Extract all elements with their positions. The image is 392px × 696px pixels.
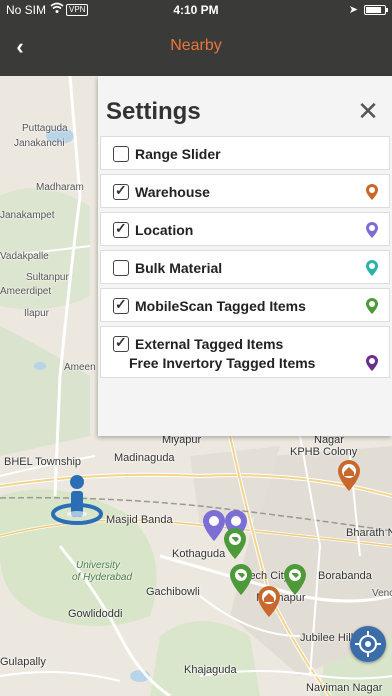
- map-label: Khajaguda: [184, 664, 237, 676]
- warehouse-checkbox[interactable]: [113, 182, 129, 200]
- map-label: Madharam: [36, 182, 84, 193]
- clock: 4:10 PM: [173, 3, 219, 17]
- map-label: Masjid Banda: [106, 514, 173, 526]
- map-label: Vadakpalle: [0, 251, 49, 262]
- mobilescan-checkbox[interactable]: [113, 296, 129, 314]
- warehouse-pin-icon: [366, 184, 378, 200]
- map-label: Ameen: [64, 362, 96, 373]
- map-label: Madinaguda: [114, 452, 175, 464]
- page-title: Nearby: [170, 37, 222, 54]
- option-location[interactable]: Location: [100, 212, 390, 246]
- map-label: University: [76, 560, 120, 571]
- warehouse-pin-icon[interactable]: [256, 584, 282, 620]
- tag-pin-icon[interactable]: [228, 562, 254, 598]
- option-label: Bulk Material: [135, 260, 223, 276]
- option-label: Warehouse: [135, 184, 210, 200]
- user-location-icon: [51, 475, 103, 525]
- map-label: Borabanda: [318, 570, 372, 582]
- map-label: of Hyderabad: [72, 572, 133, 583]
- option-sub-label: Free Invertory Tagged Items: [129, 355, 316, 371]
- map-label: Gachibowli: [146, 586, 200, 598]
- option-label: Location: [135, 222, 194, 238]
- map-label: Ilapur: [24, 308, 50, 319]
- external-tagged-checkbox[interactable]: [113, 334, 129, 352]
- location-arrow-icon: ➤: [348, 4, 358, 16]
- status-bar: No SIM VPN 4:10 PM ➤: [0, 0, 392, 20]
- option-external-tagged[interactable]: External Tagged Items Free Invertory Tag…: [100, 326, 390, 378]
- map-label: Bharath N: [346, 527, 392, 539]
- range-slider-checkbox[interactable]: [113, 146, 129, 162]
- option-bulk-material[interactable]: Bulk Material: [100, 250, 390, 284]
- map-label: Ameerdipet: [0, 286, 52, 297]
- settings-panel: Settings ✕ Range Slider Warehouse Locati…: [98, 76, 392, 436]
- option-mobilescan-tagged[interactable]: MobileScan Tagged Items: [100, 288, 390, 322]
- warehouse-pin-icon[interactable]: [336, 458, 362, 494]
- tag-pin-icon[interactable]: [222, 526, 248, 562]
- nav-bar: ‹ Nearby: [0, 20, 392, 76]
- battery-icon: [364, 5, 388, 15]
- close-icon[interactable]: ✕: [356, 98, 380, 124]
- location-checkbox[interactable]: [113, 220, 129, 238]
- bulk-material-pin-icon: [366, 260, 378, 276]
- external-tag-pin-icon: [366, 355, 378, 371]
- settings-title: Settings: [106, 98, 201, 125]
- option-label: MobileScan Tagged Items: [135, 298, 306, 314]
- map-label: Sultanpur: [26, 272, 69, 283]
- map-label: Naviman Nagar: [306, 682, 383, 694]
- map-label: Janakampet: [0, 210, 55, 221]
- tag-pin-icon[interactable]: [282, 562, 308, 598]
- map-label: Puttaguda: [22, 123, 68, 134]
- locate-me-icon[interactable]: [350, 626, 386, 662]
- option-label: Range Slider: [135, 146, 221, 162]
- option-warehouse[interactable]: Warehouse: [100, 174, 390, 208]
- location-pin-icon: [366, 222, 378, 238]
- map-label: KPHB Colony: [290, 446, 358, 458]
- map-label: BHEL Township: [4, 456, 82, 468]
- map-label: Gowlidoddi: [68, 608, 123, 620]
- map-label: Janakanchi: [14, 138, 65, 149]
- map-label: Gulapally: [0, 656, 46, 668]
- bulk-material-checkbox[interactable]: [113, 260, 129, 276]
- tag-pin-icon: [366, 298, 378, 314]
- option-label: External Tagged Items: [135, 336, 284, 352]
- option-range-slider[interactable]: Range Slider: [100, 136, 390, 170]
- map-label: Vence: [372, 588, 392, 599]
- map-label: Kothaguda: [172, 548, 226, 560]
